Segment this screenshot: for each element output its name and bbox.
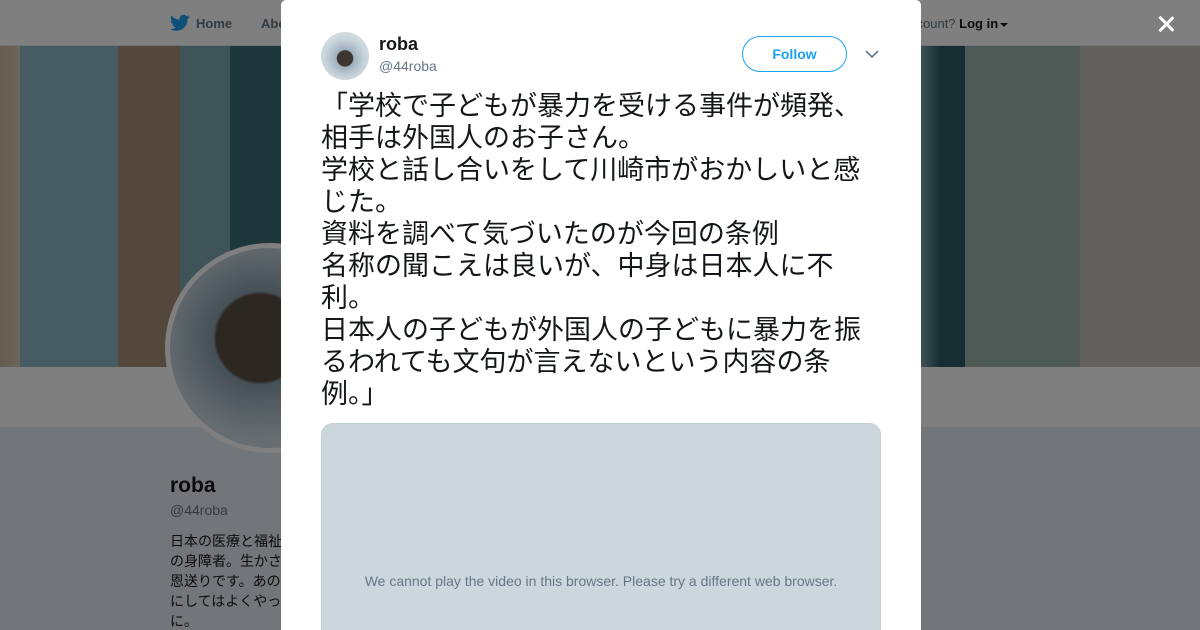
tweet-text: 「学校で子どもが暴力を受ける事件が頻発、 相手は外国人のお子さん。 学校と話し合… bbox=[321, 91, 861, 410]
author-handle[interactable]: @44roba bbox=[379, 58, 437, 74]
follow-button[interactable]: Follow bbox=[742, 36, 847, 72]
author-name[interactable]: roba bbox=[379, 34, 418, 55]
chevron-down-icon[interactable] bbox=[864, 46, 880, 62]
author-avatar[interactable] bbox=[321, 32, 369, 80]
video-player[interactable]: We cannot play the video in this browser… bbox=[321, 423, 881, 630]
video-unsupported-message: We cannot play the video in this browser… bbox=[364, 573, 838, 589]
tweet-modal: roba @44roba Follow 「学校で子どもが暴力を受ける事件が頻発、… bbox=[281, 0, 921, 630]
close-icon[interactable] bbox=[1152, 10, 1180, 38]
